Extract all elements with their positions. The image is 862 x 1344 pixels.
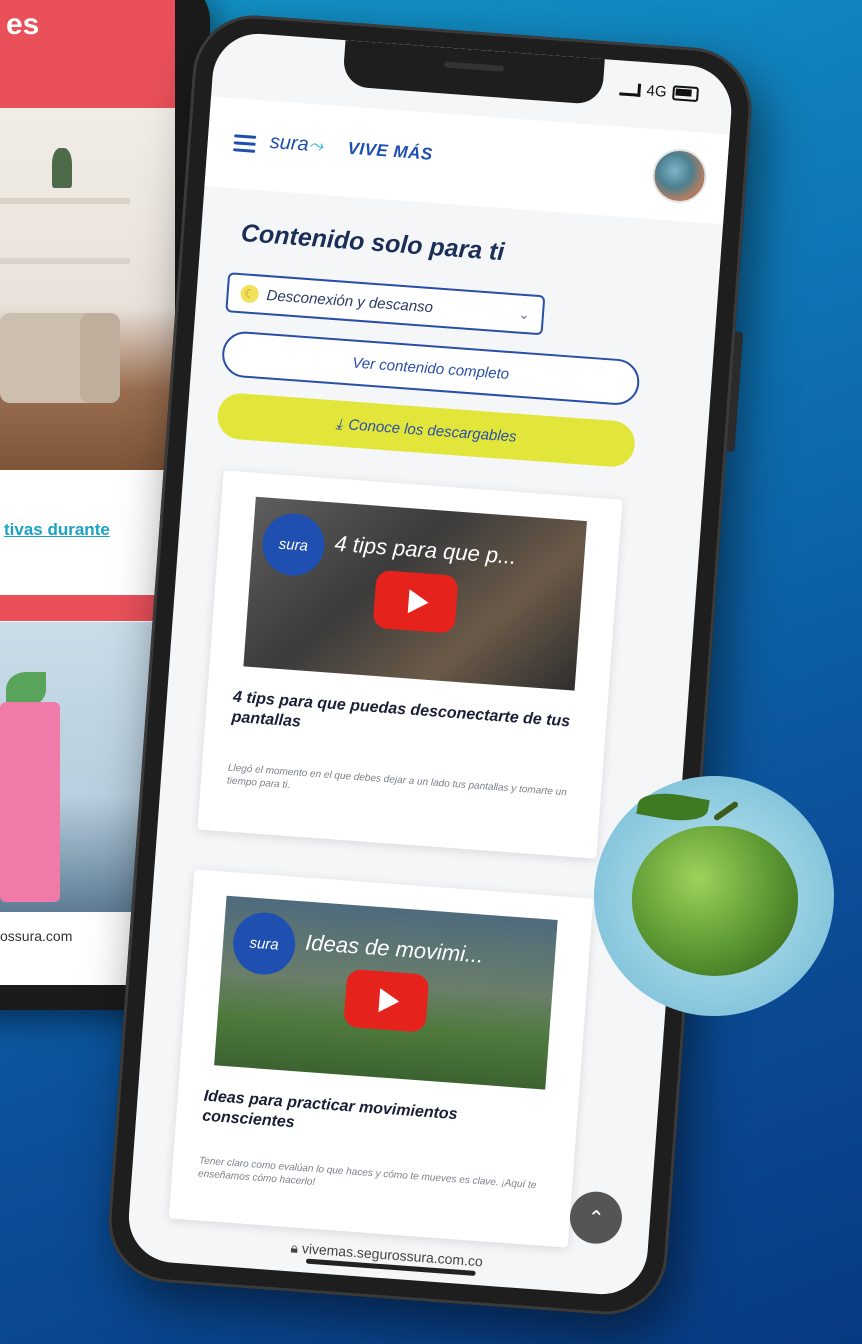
avatar[interactable] [650,147,709,205]
moon-icon: ☾ [240,284,260,304]
network-label: 4G [645,82,668,101]
shelf-shape [0,198,130,204]
apple-bubble [594,776,834,1016]
phone-frame: 4G sura⤳ VIVE MÁS Contenido solo para ti… [104,11,756,1319]
page-title: Contenido solo para ti [240,219,506,267]
chevron-down-icon: ⌄ [517,305,531,322]
chevron-up-icon: ⌃ [586,1206,606,1230]
status-bar: 4G [619,80,700,103]
side-button [726,331,744,452]
view-full-content-label: Ver contenido completo [351,354,510,383]
speaker [443,61,505,72]
card-title[interactable]: 4 tips para que puedas desconectarte de … [231,688,583,754]
card-description: Llegó el momento en el que debes dejar a… [226,762,568,799]
dropdown-selected-value: Desconexión y descanso [266,286,434,316]
living-room-image [0,108,175,470]
swoosh-icon: ⤳ [307,134,324,156]
background-banner-title: es [6,8,40,41]
background-article-link: tivas durante [4,520,110,539]
logo-text: sura [269,130,310,156]
phone-screen: 4G sura⤳ VIVE MÁS Contenido solo para ti… [125,30,735,1298]
download-icon: ⤓ [335,414,344,433]
stem-icon [712,800,740,822]
battery-icon [672,85,700,103]
brand-title: VIVE MÁS [346,138,434,164]
card-title[interactable]: Ideas para practicar movimientos conscie… [202,1087,554,1153]
menu-icon[interactable] [233,134,257,153]
card-description: Tener claro como evalúan lo que haces y … [197,1155,537,1192]
plant-shape [52,148,72,188]
play-icon[interactable] [372,569,459,634]
shelf-shape [0,258,130,264]
background-banner: es [0,0,175,108]
armchair-arm-shape [80,313,120,403]
video-thumbnail[interactable]: sura Ideas de movimi... [214,895,558,1090]
channel-logo: sura [260,511,327,578]
category-dropdown[interactable]: ☾ Desconexión y descanso ⌄ [225,272,546,336]
view-full-content-button[interactable]: Ver contenido completo [220,330,641,407]
apple-icon [632,826,798,976]
lock-icon: 🔒︎ [290,1239,299,1256]
background-url: ossura.com [0,928,73,944]
app-header: sura⤳ VIVE MÁS [204,96,730,225]
play-icon[interactable] [343,968,430,1033]
content-card[interactable]: sura 4 tips para que p... 4 tips para qu… [197,470,623,859]
notch [342,40,605,106]
signal-icon [619,82,642,97]
video-title-overlay: 4 tips para que p... [333,530,518,570]
video-thumbnail[interactable]: sura 4 tips para que p... [243,496,587,691]
downloads-button[interactable]: ⤓ Conoce los descargables [216,391,637,469]
video-title-overlay: Ideas de movimi... [304,929,485,968]
scroll-to-top-button[interactable]: ⌃ [568,1189,624,1246]
glass-shape [0,702,60,902]
content-card[interactable]: sura Ideas de movimi... Ideas para pract… [168,869,594,1248]
url-bar[interactable]: 🔒︎ vivemas.segurossura.com.co [127,1227,647,1282]
downloads-label: Conoce los descargables [347,415,518,446]
channel-logo: sura [230,910,298,977]
sura-logo[interactable]: sura⤳ [269,131,324,158]
background-divider [0,595,175,621]
